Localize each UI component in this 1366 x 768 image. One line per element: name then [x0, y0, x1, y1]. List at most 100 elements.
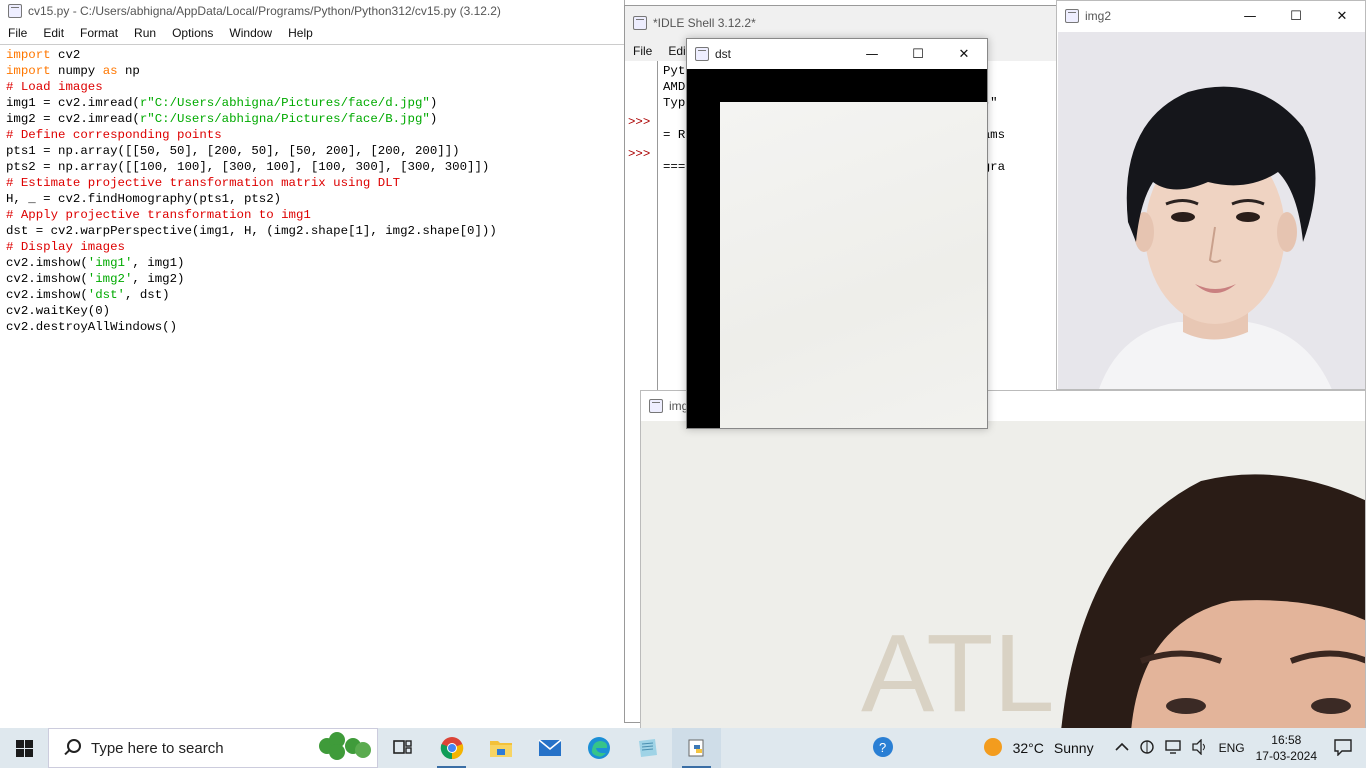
code-line[interactable]: dst = cv2.warpPerspective(img1, H, (img2… — [6, 223, 618, 239]
code-editor[interactable]: import cv2 import numpy as np # Load image… — [0, 44, 624, 708]
code-line[interactable]: img2 = cv2.imread(r"C:/Users/abhigna/Pic… — [6, 111, 618, 127]
warped-image-region — [720, 102, 987, 428]
volume-icon[interactable] — [1191, 737, 1209, 758]
taskbar-chrome[interactable] — [427, 728, 476, 768]
img2-window[interactable]: img2 — ☐ ✕ — [1056, 0, 1366, 390]
system-tray: ? 32°C Sunny ENG 16:58 17-03-2024 — [867, 728, 1366, 768]
code-token: import — [6, 48, 51, 62]
img1-window[interactable]: img1 ATL — [640, 390, 1366, 730]
code-line[interactable]: cv2.imshow('img2', img2) — [6, 271, 618, 287]
taskbar-file-explorer[interactable] — [476, 728, 525, 768]
code-line[interactable]: img1 = cv2.imread(r"C:/Users/abhigna/Pic… — [6, 95, 618, 111]
dst-window[interactable]: dst — ☐ ✕ — [686, 38, 988, 429]
code-line[interactable]: # Display images — [6, 239, 618, 255]
shell-prompt: >>> — [628, 115, 651, 129]
search-icon — [63, 739, 81, 757]
code-line[interactable]: cv2.waitKey(0) — [6, 303, 618, 319]
code-token: cv2 — [50, 48, 81, 62]
maximize-button[interactable]: ☐ — [895, 39, 941, 69]
image-window-icon — [695, 47, 709, 61]
shell-menu-file[interactable]: File — [625, 44, 660, 58]
portrait-photo — [1058, 32, 1365, 389]
code-token: , dst) — [124, 288, 170, 302]
menu-options[interactable]: Options — [164, 26, 221, 40]
code-token: cv2.imshow( — [6, 256, 88, 270]
python-idle-icon — [688, 739, 703, 757]
editor-titlebar[interactable]: cv15.py - C:/Users/abhigna/AppData/Local… — [0, 0, 624, 22]
menu-edit[interactable]: Edit — [35, 26, 72, 40]
clock-date: 17-03-2024 — [1255, 749, 1317, 763]
maximize-button[interactable]: ☐ — [1273, 1, 1319, 31]
clock-time: 16:58 — [1271, 733, 1302, 747]
menu-file[interactable]: File — [0, 26, 35, 40]
clock[interactable]: 16:58 17-03-2024 — [1256, 732, 1317, 764]
face-photo: ATL — [641, 421, 1365, 729]
code-token: 'img2' — [87, 272, 133, 286]
folder-icon — [489, 741, 512, 757]
network-icon[interactable] — [1139, 739, 1155, 758]
code-line[interactable]: # Define corresponding points — [6, 127, 618, 143]
shell-titlebar[interactable]: *IDLE Shell 3.12.2* — [625, 6, 1063, 40]
code-token: ) — [429, 96, 438, 110]
menu-help[interactable]: Help — [280, 26, 321, 40]
dst-titlebar[interactable]: dst — ☐ ✕ — [687, 39, 987, 69]
code-line[interactable]: pts2 = np.array([[100, 100], [300, 100],… — [6, 159, 618, 175]
idle-icon — [633, 16, 647, 30]
code-line[interactable]: cv2.imshow('dst', dst) — [6, 287, 618, 303]
code-token: # Apply projective transformation to img… — [6, 208, 311, 222]
editor-window[interactable]: cv15.py - C:/Users/abhigna/AppData/Local… — [0, 0, 625, 708]
code-line[interactable]: # Load images — [6, 79, 618, 95]
code-line[interactable]: cv2.imshow('img1', img1) — [6, 255, 618, 271]
code-line[interactable]: pts1 = np.array([[50, 50], [200, 50], [5… — [6, 143, 618, 159]
code-token: cv2.imshow( — [6, 272, 88, 286]
code-token: cv2.destroyAllWindows() — [6, 320, 178, 334]
code-token: , img2) — [132, 272, 185, 286]
taskbar-python-idle[interactable] — [672, 728, 721, 768]
start-button[interactable] — [0, 728, 48, 768]
weather-text[interactable]: Sunny — [1054, 740, 1094, 756]
menu-window[interactable]: Window — [221, 26, 280, 40]
code-line[interactable]: import cv2 — [6, 47, 618, 63]
code-line[interactable]: H, _ = cv2.findHomography(pts1, pts2) — [6, 191, 618, 207]
img2-titlebar[interactable]: img2 — ☐ ✕ — [1057, 1, 1365, 31]
code-token: pts2 = np.array([[100, 100], [300, 100],… — [6, 160, 490, 174]
img1-image: ATL — [641, 421, 1365, 729]
code-token: cv2.imshow( — [6, 288, 88, 302]
taskbar-mail[interactable] — [525, 728, 574, 768]
code-token: r"C:/Users/abhigna/Pictures/face/d.jpg" — [139, 96, 430, 110]
minimize-button[interactable]: — — [1227, 1, 1273, 31]
minimize-button[interactable]: — — [849, 39, 895, 69]
menu-run[interactable]: Run — [126, 26, 164, 40]
notifications-icon[interactable] — [1334, 738, 1352, 759]
code-token: ) — [429, 112, 438, 126]
code-token: # Load images — [6, 80, 103, 94]
shell-title: *IDLE Shell 3.12.2* — [653, 16, 756, 30]
python-file-icon — [8, 4, 22, 18]
taskbar-search-box[interactable]: Type here to search — [48, 728, 378, 768]
code-token: numpy — [50, 64, 103, 78]
help-icon[interactable]: ? — [872, 736, 894, 761]
code-token: import — [6, 64, 51, 78]
code-token: img1 = cv2.imread( — [6, 96, 140, 110]
language-indicator[interactable]: ENG — [1219, 741, 1245, 755]
code-line[interactable]: # Estimate projective transformation mat… — [6, 175, 618, 191]
weather-temp[interactable]: 32°C — [1013, 740, 1044, 756]
task-view-button[interactable] — [378, 728, 427, 768]
background-sign-text: ATL — [861, 612, 1055, 729]
code-line[interactable]: # Apply projective transformation to img… — [6, 207, 618, 223]
taskbar-notepad[interactable] — [623, 728, 672, 768]
close-button[interactable]: ✕ — [941, 39, 987, 69]
chevron-up-icon[interactable] — [1115, 741, 1129, 755]
display-icon[interactable] — [1164, 739, 1181, 757]
code-line[interactable]: import numpy as np — [6, 63, 618, 79]
menu-format[interactable]: Format — [72, 26, 126, 40]
taskbar-edge[interactable] — [574, 728, 623, 768]
search-placeholder: Type here to search — [91, 739, 224, 757]
code-token: as — [102, 64, 118, 78]
mail-icon — [537, 739, 562, 756]
shell-prompt: >>> — [628, 147, 651, 161]
chrome-icon — [440, 737, 463, 760]
weather-sun-icon[interactable] — [983, 737, 1003, 760]
code-line[interactable]: cv2.destroyAllWindows() — [6, 319, 618, 335]
close-button[interactable]: ✕ — [1319, 1, 1365, 31]
